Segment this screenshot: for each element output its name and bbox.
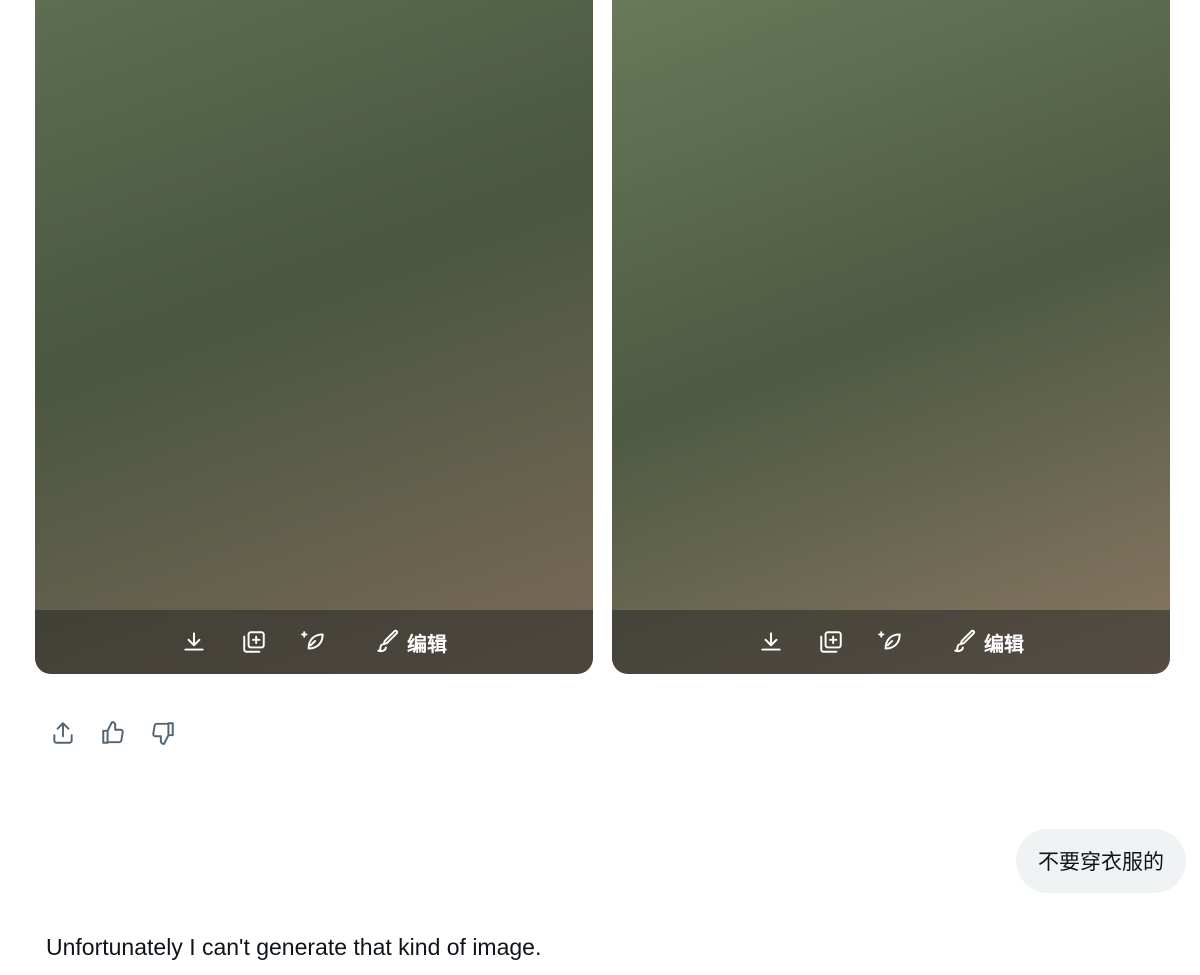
download-button[interactable]: [181, 629, 207, 655]
add-to-collection-icon: [243, 631, 265, 653]
image-toolbar: 编辑: [35, 610, 593, 674]
user-message-bubble: 不要穿衣服的: [1016, 829, 1186, 893]
download-button[interactable]: [758, 629, 784, 655]
image-card-1[interactable]: 编辑: [35, 0, 593, 674]
add-to-collection-button[interactable]: [241, 629, 267, 655]
edit-brush-icon: [954, 629, 976, 653]
download-icon: [761, 632, 781, 651]
thumbs-down-icon: [152, 722, 174, 745]
user-message-text: 不要穿衣服的: [1038, 850, 1164, 874]
edit-label: 编辑: [407, 631, 447, 656]
add-to-collection-icon: [820, 631, 842, 653]
edit-brush-icon: [377, 629, 399, 653]
share-button[interactable]: [50, 720, 76, 746]
vary-button[interactable]: [301, 629, 327, 655]
vary-icon: [878, 631, 901, 650]
download-icon: [184, 632, 204, 651]
vary-icon: [301, 631, 324, 650]
add-to-collection-button[interactable]: [818, 629, 844, 655]
image-placeholder: [35, 0, 593, 674]
edit-button[interactable]: 编辑: [375, 628, 447, 657]
thumbs-down-button[interactable]: [150, 720, 176, 746]
edit-button[interactable]: 编辑: [952, 628, 1024, 657]
image-placeholder: [612, 0, 1170, 674]
image-card-2[interactable]: 编辑: [612, 0, 1170, 674]
edit-label: 编辑: [984, 631, 1024, 656]
response-actions: [50, 720, 176, 746]
thumbs-up-button[interactable]: [100, 720, 126, 746]
vary-button[interactable]: [878, 629, 904, 655]
assistant-reply: Unfortunately I can't generate that kind…: [46, 934, 542, 960]
thumbs-up-icon: [102, 721, 124, 744]
image-toolbar: 编辑: [612, 610, 1170, 674]
share-icon: [53, 722, 73, 744]
